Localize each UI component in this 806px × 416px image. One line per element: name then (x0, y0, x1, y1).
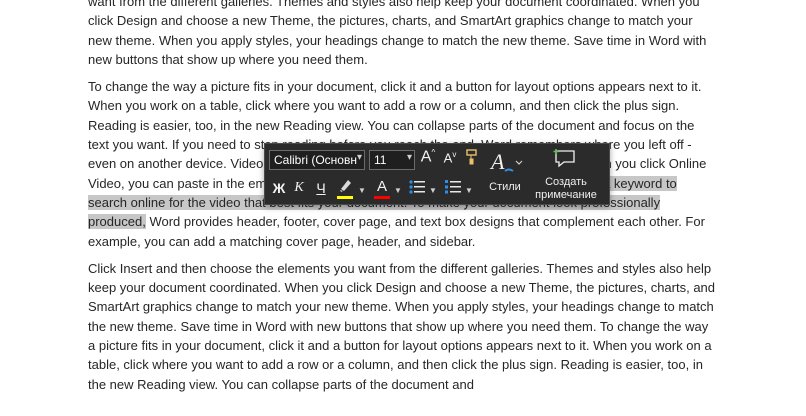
font-name-combobox[interactable]: Calibri (Основн ▾ (269, 150, 365, 170)
numbered-list-icon (445, 180, 461, 194)
numbering-dropdown-icon[interactable]: ▼ (465, 186, 473, 195)
bullets-button[interactable] (407, 179, 427, 199)
font-color-dropdown-icon[interactable]: ▼ (394, 186, 402, 195)
bullet-list-icon (409, 180, 425, 194)
shrink-font-button[interactable]: Av (441, 150, 459, 165)
new-comment-icon (553, 149, 575, 168)
chevron-down-icon[interactable]: ▾ (407, 152, 412, 163)
format-painter-button[interactable] (463, 149, 481, 168)
new-comment-button[interactable] (550, 147, 580, 171)
paragraph-3[interactable]: Click Insert and then choose the element… (88, 259, 718, 394)
styles-icon: A (489, 149, 523, 174)
grow-font-icon: A (420, 148, 432, 166)
styles-button[interactable]: A (489, 147, 523, 181)
styles-label: Стили (489, 181, 521, 193)
highlight-button[interactable] (335, 178, 357, 200)
mini-toolbar: Calibri (Основн ▾ 11 ▾ A^ Av A Стили Соз… (264, 143, 610, 205)
font-color-icon: A (376, 178, 387, 195)
font-color-button[interactable]: A (372, 178, 392, 200)
new-comment-label-line1: Создать (545, 176, 587, 188)
underline-button[interactable]: Ч (313, 180, 329, 196)
paragraph-2-rest: Word provides header, footer, cover page… (88, 214, 705, 249)
chevron-down-icon[interactable]: ▾ (357, 152, 362, 163)
new-comment-label-line2: примечание (535, 189, 597, 201)
font-size-combobox[interactable]: 11 ▾ (369, 150, 415, 170)
font-size-value: 11 (374, 153, 387, 167)
highlight-color-bar (337, 196, 353, 199)
italic-button[interactable]: К (291, 180, 307, 196)
paragraph-1[interactable]: want from the different galleries. Theme… (88, 0, 718, 69)
format-painter-icon (466, 149, 477, 165)
bullets-dropdown-icon[interactable]: ▼ (429, 186, 437, 195)
font-name-value: Calibri (Основн (274, 153, 357, 167)
bold-button[interactable]: Ж (271, 180, 287, 196)
new-comment-label: Создать примечание (525, 176, 607, 202)
grow-font-button[interactable]: A^ (419, 148, 437, 166)
svg-text:A: A (489, 149, 505, 174)
font-color-bar (374, 196, 390, 199)
highlighter-icon (340, 180, 351, 192)
numbering-button[interactable] (443, 179, 463, 199)
highlight-dropdown-icon[interactable]: ▼ (358, 186, 366, 195)
